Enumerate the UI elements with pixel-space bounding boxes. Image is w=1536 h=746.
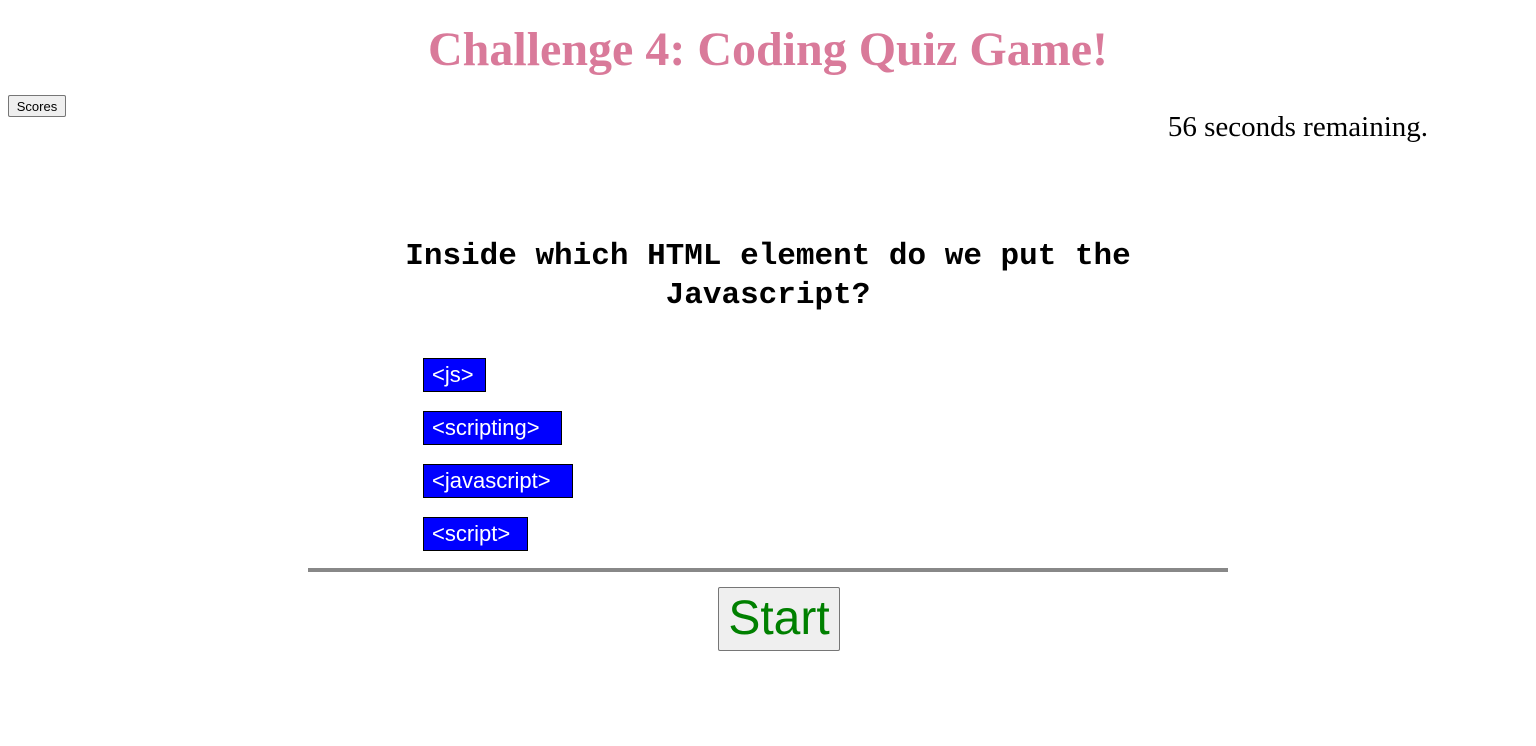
choice-js[interactable]: <js> [423,358,486,392]
quiz-page: Challenge 4: Coding Quiz Game! Scores 56… [0,0,1536,746]
choice-scripting[interactable]: <scripting> [423,411,562,445]
choice-script[interactable]: <script> [423,517,528,551]
answer-choices: <js> <scripting> <javascript> <script> [423,358,573,570]
question-text: Inside which HTML element do we put the … [405,239,1131,313]
start-button[interactable]: Start [718,587,840,651]
timer-text: 56 seconds remaining. [1167,111,1428,143]
page-title: Challenge 4: Coding Quiz Game! [428,23,1108,76]
scores-button[interactable]: Scores [8,95,66,117]
choice-javascript[interactable]: <javascript> [423,464,573,498]
divider [308,568,1228,572]
